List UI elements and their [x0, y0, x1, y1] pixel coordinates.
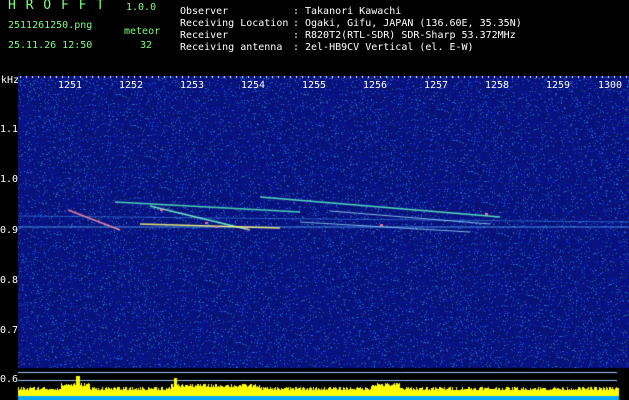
- app-name: H R O F F T: [8, 0, 106, 13]
- info-sep: :: [293, 18, 300, 29]
- y-tick-label: 0.6: [0, 374, 19, 385]
- info-key-location: Receiving Location: [180, 18, 289, 29]
- info-key-receiver: Receiver: [180, 30, 229, 41]
- info-value-location: Ogaki, Gifu, JAPAN (136.60E, 35.35N): [305, 18, 522, 29]
- app-version: 1.0.0: [126, 2, 157, 13]
- info-value-antenna: 2el-HB9CV Vertical (el. E-W): [305, 42, 474, 53]
- info-key-observer: Observer: [180, 6, 229, 17]
- meteor-count: 32: [140, 40, 153, 51]
- y-tick-label: 1.1: [0, 124, 19, 135]
- info-key-antenna: Receiving antenna: [180, 42, 283, 53]
- y-tick-label: 0.8: [0, 275, 19, 286]
- x-tick-label: 1254: [240, 80, 266, 91]
- info-sep: :: [293, 42, 300, 53]
- x-tick-label: 1253: [179, 80, 205, 91]
- info-sep: :: [293, 6, 300, 17]
- x-tick-label: 1300: [597, 80, 623, 91]
- x-tick-label: 1257: [423, 80, 449, 91]
- meteor-label: meteor: [124, 26, 161, 37]
- info-sep: :: [293, 30, 300, 41]
- y-tick-label: 0.9: [0, 225, 19, 236]
- info-value-receiver: R820T2(RTL-SDR) SDR-Sharp 53.372MHz: [305, 30, 516, 41]
- x-tick-label: 1259: [545, 80, 571, 91]
- x-tick-label: 1252: [118, 80, 144, 91]
- y-tick-label: 1.0: [0, 174, 19, 185]
- header-panel: H R O F F T 1.0.0 2511261250.png meteor …: [0, 0, 629, 76]
- x-tick-label: 1255: [301, 80, 327, 91]
- file-name: 2511261250.png: [8, 20, 93, 31]
- y-tick-label: 0.7: [0, 325, 19, 336]
- x-tick-label: 1251: [57, 80, 83, 91]
- spectrogram-canvas: [0, 76, 629, 400]
- timestamp: 25.11.26 12:50: [8, 40, 93, 51]
- x-tick-label: 1258: [484, 80, 510, 91]
- axis-unit-label: kHz: [1, 75, 20, 86]
- x-tick-label: 1256: [362, 80, 388, 91]
- info-value-observer: Takanori Kawachi: [305, 6, 402, 17]
